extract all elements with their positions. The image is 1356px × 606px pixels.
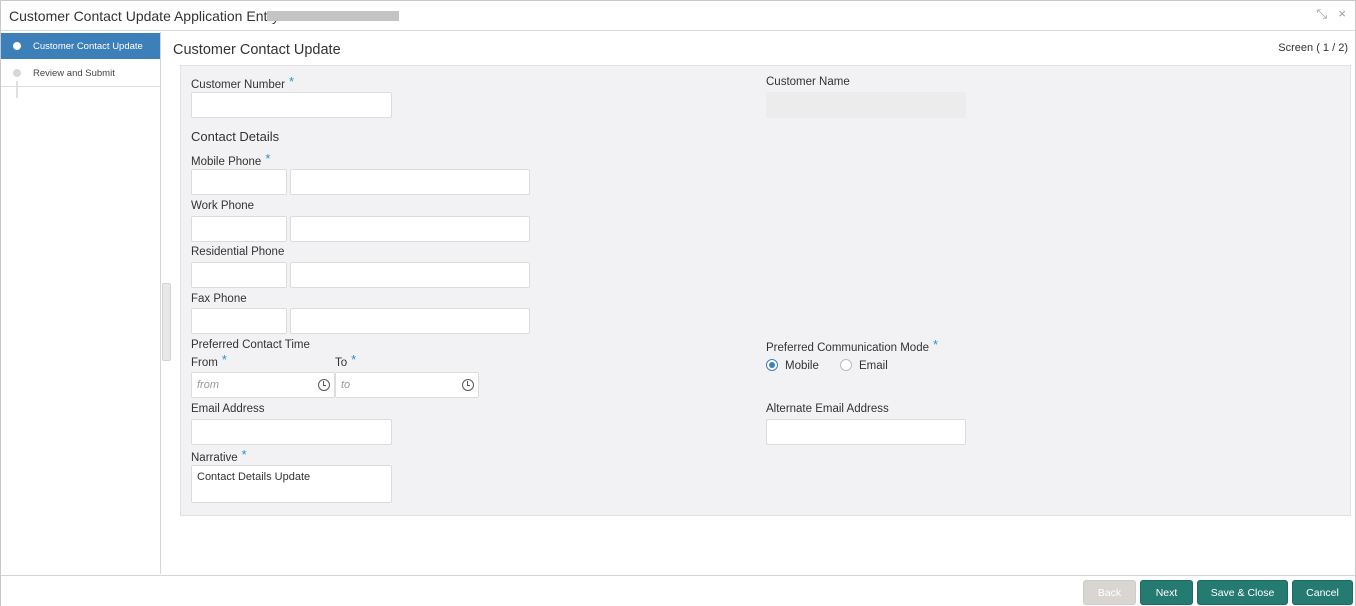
clock-icon[interactable] bbox=[318, 379, 330, 391]
customer-number-label: Customer Number * bbox=[191, 74, 295, 91]
step-label: Customer Contact Update bbox=[33, 41, 143, 52]
footer-bar: Back Next Save & Close Cancel bbox=[1, 575, 1355, 606]
step-inactive-dot-icon bbox=[13, 69, 21, 77]
from-label: From * bbox=[191, 352, 227, 369]
sidebar-divider bbox=[1, 86, 160, 87]
step-label: Review and Submit bbox=[33, 68, 115, 79]
step-customer-contact-update[interactable]: Customer Contact Update bbox=[1, 33, 160, 59]
next-button[interactable]: Next bbox=[1140, 580, 1193, 605]
cancel-button[interactable]: Cancel bbox=[1292, 580, 1353, 605]
residential-phone-number-input[interactable] bbox=[290, 262, 530, 288]
fax-phone-label: Fax Phone bbox=[191, 293, 247, 305]
from-time-input[interactable]: from bbox=[191, 372, 335, 398]
form-panel: Customer Number * Customer Name Contact D… bbox=[180, 65, 1351, 516]
customer-number-input[interactable] bbox=[191, 92, 392, 118]
to-time-input[interactable]: to bbox=[335, 372, 479, 398]
residential-phone-code-input[interactable] bbox=[191, 262, 287, 288]
mobile-phone-label: Mobile Phone * bbox=[191, 151, 271, 168]
work-phone-code-input[interactable] bbox=[191, 216, 287, 242]
from-placeholder: from bbox=[197, 379, 219, 391]
page-title: Customer Contact Update bbox=[173, 42, 341, 58]
to-placeholder: to bbox=[341, 379, 351, 391]
step-review-and-submit[interactable]: Review and Submit bbox=[1, 60, 160, 86]
customer-name-label: Customer Name bbox=[766, 76, 850, 88]
panel-resize-handle[interactable] bbox=[162, 283, 171, 361]
email-address-label: Email Address bbox=[191, 403, 265, 415]
preferred-communication-mode-label: Preferred Communication Mode * bbox=[766, 337, 939, 354]
preferred-contact-time-label: Preferred Contact Time bbox=[191, 339, 310, 351]
mobile-phone-code-input[interactable] bbox=[191, 169, 287, 195]
work-phone-number-input[interactable] bbox=[290, 216, 530, 242]
fax-phone-code-input[interactable] bbox=[191, 308, 287, 334]
narrative-textarea[interactable]: Contact Details Update bbox=[191, 465, 392, 503]
fax-phone-number-input[interactable] bbox=[290, 308, 530, 334]
clock-icon[interactable] bbox=[462, 379, 474, 391]
step-active-dot-icon bbox=[13, 42, 21, 50]
mobile-radio-label[interactable]: Mobile bbox=[785, 360, 819, 372]
back-button[interactable]: Back bbox=[1083, 580, 1136, 605]
residential-phone-label: Residential Phone bbox=[191, 246, 285, 258]
contact-details-heading: Contact Details bbox=[191, 129, 280, 144]
collapse-icon[interactable]: ⤡ bbox=[1317, 6, 1327, 22]
redacted-title-suffix bbox=[267, 11, 399, 21]
mobile-phone-number-input[interactable] bbox=[290, 169, 530, 195]
step-sidebar: Customer Contact Update Review and Submi… bbox=[1, 32, 161, 574]
email-radio-label[interactable]: Email bbox=[859, 360, 888, 372]
window-title: Customer Contact Update Application Entr… bbox=[9, 8, 288, 24]
title-bar: Customer Contact Update Application Entr… bbox=[1, 1, 1355, 31]
app-window: Customer Contact Update Application Entr… bbox=[0, 0, 1356, 606]
email-address-input[interactable] bbox=[191, 419, 392, 445]
save-and-close-button[interactable]: Save & Close bbox=[1197, 580, 1288, 605]
work-phone-label: Work Phone bbox=[191, 200, 255, 212]
screen-indicator: Screen ( 1 / 2) bbox=[1278, 42, 1348, 54]
mobile-radio[interactable] bbox=[766, 359, 778, 371]
email-radio[interactable] bbox=[840, 359, 852, 371]
alternate-email-address-input[interactable] bbox=[766, 419, 966, 445]
to-label: To * bbox=[335, 352, 357, 369]
alternate-email-address-label: Alternate Email Address bbox=[766, 403, 889, 415]
customer-name-input bbox=[766, 92, 966, 118]
close-icon[interactable]: × bbox=[1338, 6, 1346, 21]
narrative-label: Narrative * bbox=[191, 447, 247, 464]
